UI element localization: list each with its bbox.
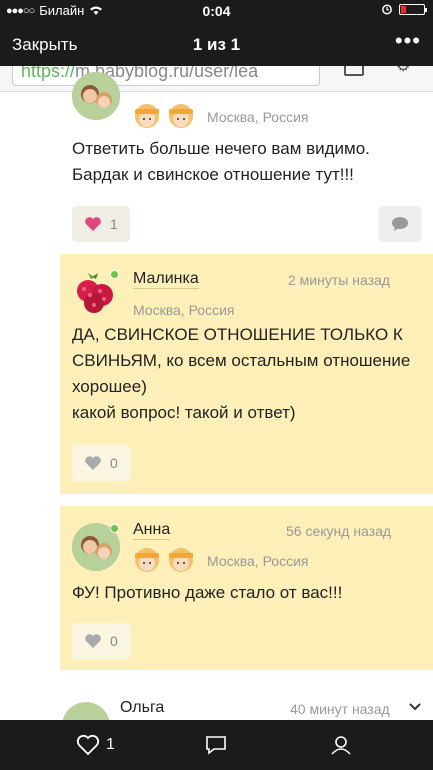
- comment-item: Малинка 2 минуты назад Москва, Россия ДА…: [60, 254, 433, 494]
- more-options-button[interactable]: •••: [395, 28, 421, 54]
- battery-icon: [399, 3, 427, 15]
- comment-location: Москва, Россия: [207, 109, 309, 125]
- comment-location: Москва, Россия: [133, 302, 235, 318]
- url-protocol: https://: [21, 66, 76, 81]
- url-bar: https://m.babyblog.ru/user/lea ⚙: [0, 66, 433, 92]
- close-button[interactable]: Закрыть: [12, 35, 77, 55]
- like-count: 0: [110, 455, 118, 471]
- comment-location: Москва, Россия: [207, 553, 309, 569]
- nav-bar: Закрыть 1 из 1 •••: [0, 22, 433, 66]
- comment-time: 40 минут назад: [290, 701, 390, 717]
- comment-text-line: какой вопрос! такой и ответ): [72, 403, 296, 422]
- toolbar-profile-button[interactable]: [330, 735, 352, 760]
- toolbar-comment-button[interactable]: [205, 735, 227, 760]
- like-button[interactable]: 0: [72, 445, 130, 481]
- speech-bubble-outline-icon: [206, 736, 226, 755]
- like-count: 0: [110, 633, 118, 649]
- girl-badge-icon: [169, 104, 193, 128]
- like-button[interactable]: 0: [72, 623, 130, 659]
- like-button[interactable]: 1: [72, 206, 130, 242]
- like-count: 1: [110, 216, 118, 232]
- comment-username[interactable]: Анна: [133, 521, 171, 540]
- toolbar-like-button[interactable]: 1: [76, 734, 115, 756]
- heart-outline-icon: [76, 734, 100, 756]
- avatar[interactable]: [62, 702, 110, 720]
- comment-text: ДА, СВИНСКОЕ ОТНОШЕНИЕ ТОЛЬКО К СВИНЬЯМ,…: [72, 322, 420, 426]
- comment-text: Ответить больше нечего вам видимо. Барда…: [72, 139, 370, 184]
- comment-item: Анна 56 секунд назад Москва, Россия ФУ! …: [60, 506, 433, 670]
- user-icon: [331, 736, 351, 755]
- bottom-toolbar: 1: [0, 720, 433, 770]
- online-indicator: [110, 270, 119, 279]
- comment-time: 2 минуты назад: [288, 272, 390, 288]
- comment-item: Ольга 40 минут назад: [0, 690, 433, 720]
- alarm-icon: [382, 4, 392, 15]
- girl-badge-icon: [135, 104, 159, 128]
- girl-badge-icon: [135, 548, 159, 572]
- heart-icon: [85, 634, 101, 648]
- heart-icon: [85, 456, 101, 470]
- comment-text-line: ДА, СВИНСКОЕ ОТНОШЕНИЕ ТОЛЬКО К СВИНЬЯМ,…: [72, 325, 411, 396]
- avatar[interactable]: [72, 72, 120, 120]
- toolbar-like-count: 1: [106, 736, 115, 753]
- url-field[interactable]: https://m.babyblog.ru/user/lea: [12, 66, 320, 86]
- status-time: 0:04: [202, 3, 231, 19]
- comment-username[interactable]: Малинка: [133, 270, 199, 289]
- settings-icon[interactable]: ⚙: [396, 66, 410, 76]
- comment-text: ФУ! Противно даже стало от вас!!!: [72, 583, 343, 602]
- girl-badge-icon: [169, 548, 193, 572]
- share-icon[interactable]: [344, 66, 364, 76]
- heart-icon: [85, 217, 101, 231]
- comment-username[interactable]: Ольга: [120, 699, 164, 717]
- online-indicator: [110, 524, 119, 533]
- comment-time: 56 секунд назад: [286, 523, 392, 539]
- reply-button[interactable]: [379, 206, 421, 242]
- chevron-down-icon[interactable]: [408, 702, 422, 712]
- speech-bubble-icon: [392, 217, 408, 231]
- comment-item: Москва, Россия Ответить больше нечего ва…: [0, 72, 433, 248]
- status-bar: ●●●○○ Билайн 0:04: [0, 0, 433, 22]
